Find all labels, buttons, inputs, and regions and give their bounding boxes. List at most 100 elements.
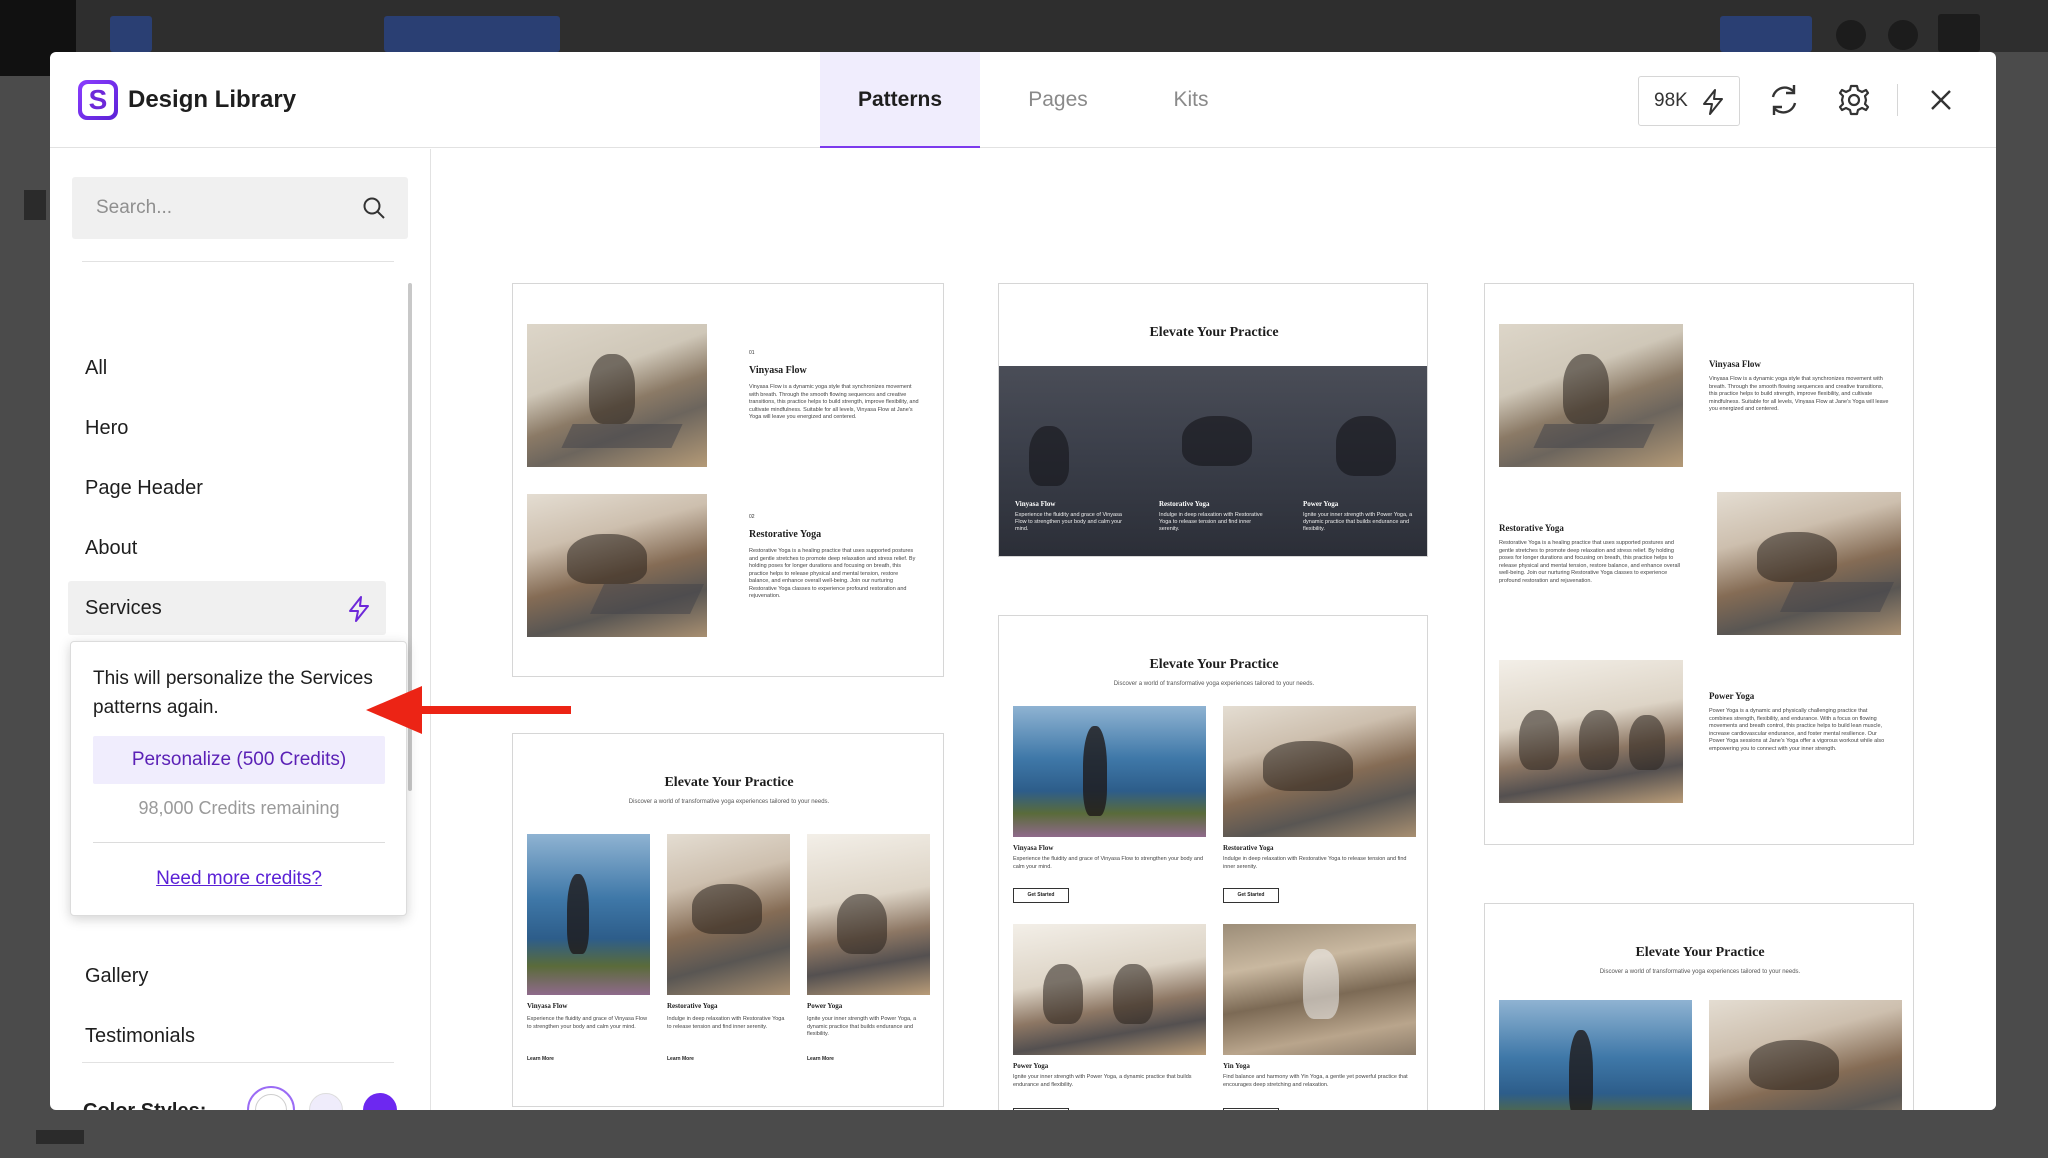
item-title: Restorative Yoga [667,1002,718,1010]
editor-toolbar-button [384,16,560,52]
pattern-card[interactable]: Elevate Your Practice Vinyasa Flow Exper… [998,283,1428,557]
card-subtitle: Discover a world of transformative yoga … [628,799,830,805]
yoga-photo [1709,1000,1902,1110]
card-subtitle: Discover a world of transformative yoga … [1599,969,1801,975]
design-library-modal: S Design Library Patterns Pages Kits 98K [50,52,1996,1110]
item-description: Restorative Yoga is a healing practice t… [749,548,916,599]
yoga-photo [527,834,650,995]
card-subtitle: Discover a world of transformative yoga … [1113,681,1315,687]
item-description: Vinyasa Flow is a dynamic yoga style tha… [749,384,919,420]
category-about[interactable]: About [68,521,386,575]
sidebar-divider [82,261,394,262]
learn-more-link[interactable]: Learn More [667,1056,694,1063]
photo-figure [1519,710,1559,770]
photo-figure [1749,1040,1839,1090]
lightning-icon [1703,89,1723,115]
item-number: 01 [749,350,755,356]
item-title: Vinyasa Flow [1709,359,1761,369]
item-title: Restorative Yoga [1223,844,1274,852]
lightning-icon[interactable] [348,596,370,622]
item-description: Indulge in deep relaxation with Restorat… [667,1016,785,1030]
pattern-card[interactable]: Vinyasa Flow Vinyasa Flow is a dynamic y… [1484,283,1914,845]
sidebar-divider [82,1062,394,1063]
item-description: Power Yoga is a dynamic and physically c… [1709,708,1885,752]
item-title: Vinyasa Flow [749,365,807,376]
photo-figure [589,354,635,424]
pattern-card[interactable]: Elevate Your Practice Discover a world o… [1484,903,1914,1110]
tab-kits[interactable]: Kits [1136,52,1246,148]
category-services-label: Services [85,597,162,619]
category-sidebar: All Hero Page Header About Services Gall… [50,149,431,1110]
photo-figure [567,874,589,954]
yoga-photo [1499,660,1683,803]
pattern-card[interactable]: 01 Vinyasa Flow Vinyasa Flow is a dynami… [512,283,944,677]
need-more-credits-link[interactable]: Need more credits? [93,862,385,896]
editor-heading [24,190,46,220]
yoga-photo [1223,706,1416,837]
credits-button[interactable]: 98K [1638,76,1740,126]
search-input[interactable] [72,177,352,239]
get-started-button[interactable]: Get Started [1013,1108,1069,1110]
popover-divider [93,842,385,843]
get-started-button[interactable]: Get Started [1223,1108,1279,1110]
yoga-photo [1499,1000,1692,1110]
photo-figure [1029,426,1069,486]
get-started-button[interactable]: Get Started [1223,888,1279,903]
search-icon[interactable] [362,196,386,220]
get-started-button[interactable]: Get Started [1013,888,1069,903]
learn-more-link[interactable]: Learn More [807,1056,834,1063]
yoga-photo [527,494,707,637]
tab-pages[interactable]: Pages [988,52,1128,148]
personalize-button[interactable]: Personalize (500 Credits) [93,736,385,784]
photo-figure [567,534,647,584]
refresh-icon[interactable] [1764,80,1804,120]
item-description: Ignite your inner strength with Power Yo… [1013,1074,1192,1088]
close-icon[interactable] [1921,80,1961,120]
color-swatch-white[interactable] [247,1086,295,1110]
category-page-header[interactable]: Page Header [68,461,386,515]
item-title: Restorative Yoga [749,529,822,540]
search-box [72,177,408,239]
item-title: Power Yoga [1709,691,1755,701]
item-description: Vinyasa Flow is a dynamic yoga style tha… [1709,376,1889,412]
popover-message: This will personalize the Services patte… [93,668,373,718]
yoga-photo [1717,492,1901,635]
gear-icon[interactable] [1834,80,1874,120]
photo-mat [561,424,683,448]
sidebar-scrollbar[interactable] [408,283,412,791]
yoga-photo [667,834,790,995]
yoga-photo [1013,706,1206,837]
credits-count: 98K [1654,90,1688,111]
photo-figure [837,894,887,954]
photo-figure [1113,964,1153,1024]
learn-more-link[interactable]: Learn More [527,1056,554,1063]
photo-figure [1043,964,1083,1024]
category-testimonials[interactable]: Testimonials [68,1009,386,1063]
item-number: 02 [749,514,755,520]
item-description: Indulge in deep relaxation with Restorat… [1223,856,1407,870]
color-swatch-purple[interactable] [363,1093,397,1110]
yoga-photo [1223,924,1416,1055]
category-all[interactable]: All [68,341,386,395]
patterns-grid: 01 Vinyasa Flow Vinyasa Flow is a dynami… [432,149,1996,1110]
category-services[interactable]: Services [68,581,386,635]
photo-figure [1563,354,1609,424]
header-divider [1897,84,1898,116]
pattern-card[interactable]: Elevate Your Practice Discover a world o… [998,615,1428,1110]
item-title: Restorative Yoga [1499,523,1564,533]
photo-figure [1579,710,1619,770]
card-title: Elevate Your Practice [1635,945,1765,960]
editor-icon [1938,14,1980,52]
pattern-card[interactable]: Elevate Your Practice Discover a world o… [512,733,944,1107]
card-title: Elevate Your Practice [1149,657,1279,672]
photo-figure [1629,715,1665,770]
item-title: Power Yoga [807,1002,843,1010]
color-swatch-lavender[interactable] [309,1093,343,1110]
tab-patterns[interactable]: Patterns [820,52,980,148]
category-hero[interactable]: Hero [68,401,386,455]
design-library-logo: S [78,80,118,120]
logo-letter: S [82,84,114,116]
category-gallery[interactable]: Gallery [68,949,386,1003]
item-description: Ignite your inner strength with Power Yo… [807,1016,917,1037]
item-description: Experience the fluidity and grace of Vin… [1013,856,1204,870]
